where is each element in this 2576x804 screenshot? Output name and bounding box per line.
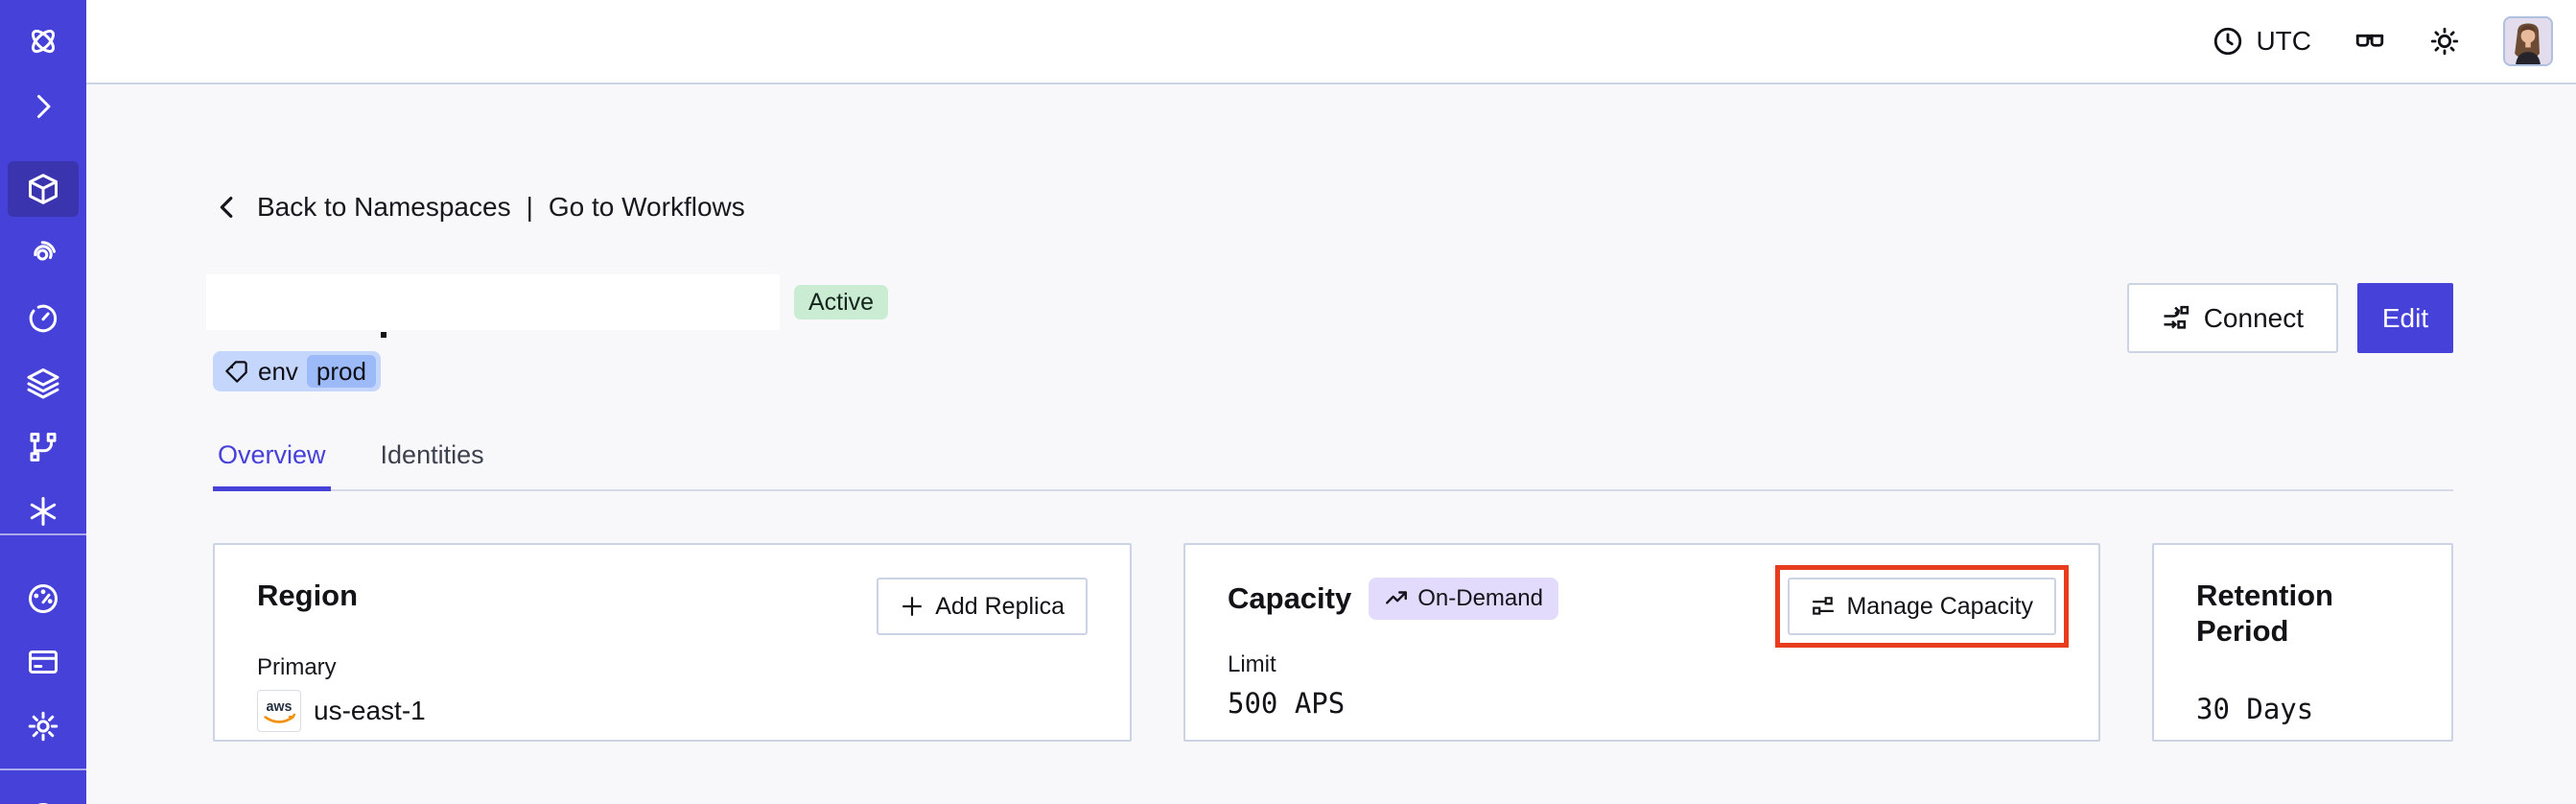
sidebar [0,0,86,804]
namespace-title-row: Active [206,274,2453,338]
namespace-name-redacted [206,274,780,330]
sidebar-item-billing[interactable] [8,634,79,690]
sidebar-item-stack[interactable] [8,355,79,411]
tab-bar: Overview Identities [213,440,2453,491]
glasses-icon [2355,34,2384,47]
temporal-logo-icon[interactable] [8,13,79,69]
namespace-detail-page: Back to Namespaces | Go to Workflows Act… [206,84,2453,742]
deployments-icon [30,433,57,461]
retention-value: 30 Days [2196,693,2314,726]
settings-icon [28,711,59,742]
theme-toggle-button[interactable] [2428,25,2461,58]
limit-label: Limit [1228,651,1276,677]
sidebar-item-deployments[interactable] [8,419,79,475]
namespace-tag-chip[interactable]: env prod [213,351,381,391]
region-card: Region Add Replica Primary aws us-east-1 [213,543,1132,742]
sidebar-item-namespaces[interactable] [8,161,79,217]
sidebar-item-settings[interactable] [8,698,79,754]
breadcrumb: Back to Namespaces | Go to Workflows [213,192,2453,223]
retention-card-title: Retention Period [2196,579,2333,649]
sidebar-item-nexus[interactable] [8,484,79,539]
timezone-label: UTC [2256,26,2311,56]
tag-icon [225,360,247,383]
bottom-partial-icon[interactable] [8,787,79,804]
clock-icon [2214,27,2242,56]
edit-button[interactable]: Edit [2357,283,2453,353]
primary-label: Primary [257,654,337,680]
sidebar-divider [0,533,86,535]
tag-row: env prod [213,351,2453,391]
tab-overview[interactable]: Overview [213,440,331,491]
usage-icon [29,584,58,613]
layers-icon [27,368,59,399]
text-artifact [381,332,386,338]
aws-provider-icon: aws [257,690,301,732]
tag-value: prod [306,355,376,388]
sidebar-divider [0,769,86,770]
schedules-icon [29,304,58,333]
sidebar-item-usage[interactable] [8,571,79,627]
back-chevron-icon[interactable] [213,193,242,222]
nexus-icon [30,497,57,526]
status-badge: Active [794,285,889,319]
namespaces-icon [29,174,58,204]
tag-key: env [258,356,298,386]
workflows-icon [34,241,57,261]
topbar: UTC [86,0,2576,84]
sun-icon [2430,27,2459,56]
user-avatar[interactable] [2503,16,2553,66]
plus-icon [902,597,922,616]
region-value: us-east-1 [314,696,426,725]
breadcrumb-separator: | [526,192,533,222]
go-to-workflows-link[interactable]: Go to Workflows [549,192,745,223]
tab-identities[interactable]: Identities [376,440,489,489]
connect-button[interactable]: Connect [2126,283,2338,353]
sliders-icon [1813,597,1835,615]
sidebar-item-schedules[interactable] [8,291,79,346]
sidebar-item-workflows[interactable] [8,225,79,281]
back-to-namespaces-link[interactable]: Back to Namespaces [257,192,511,223]
billing-icon [29,650,58,674]
header-actions: Connect Edit [2126,283,2453,353]
data-converter-button[interactable] [2354,25,2386,58]
timezone-selector[interactable]: UTC [2212,25,2311,58]
on-demand-badge: On-Demand [1369,578,1558,620]
retention-card: Retention Period 30 Days [2152,543,2453,742]
annotation-highlight-box: Manage Capacity [1775,565,2069,648]
manage-capacity-button[interactable]: Manage Capacity [1788,578,2056,635]
expand-icon[interactable] [8,79,79,134]
connect-icon [2164,305,2189,329]
region-card-title: Region [257,579,359,612]
capacity-card: Capacity On-Demand Manage Capacity Limit… [1183,543,2100,742]
capacity-card-title: Capacity [1228,581,1352,616]
svg-text:aws: aws [267,699,293,715]
limit-value: 500 APS [1228,687,1346,720]
summary-cards: Region Add Replica Primary aws us-east-1 [213,543,2453,742]
trending-up-icon [1386,591,1408,604]
add-replica-button[interactable]: Add Replica [877,578,1088,635]
